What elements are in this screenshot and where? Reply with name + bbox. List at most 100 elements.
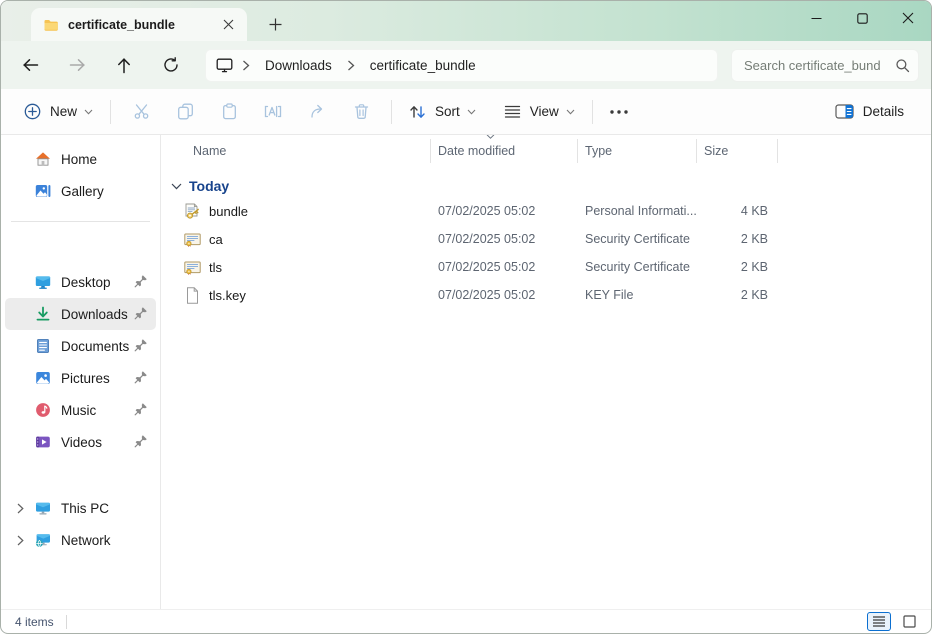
view-toggles <box>867 612 921 631</box>
view-button-label: View <box>530 104 559 119</box>
large-icons-view-toggle[interactable] <box>897 612 921 631</box>
file-date-cell: 07/02/2025 05:02 <box>431 204 578 218</box>
file-row-ca[interactable]: ca 07/02/2025 05:02 Security Certificate… <box>171 225 931 253</box>
sidebar-divider <box>11 221 150 222</box>
window-body: Home Gallery Desktop <box>1 135 931 609</box>
sidebar-item-label: Videos <box>61 435 102 450</box>
sidebar-item-downloads[interactable]: Downloads <box>5 298 156 330</box>
file-name: bundle <box>209 204 248 219</box>
breadcrumb[interactable]: Downloads certificate_bundle <box>205 49 718 82</box>
paste-button[interactable] <box>207 95 251 129</box>
delete-button[interactable] <box>339 95 383 129</box>
sort-button-label: Sort <box>435 104 460 119</box>
music-icon <box>35 402 51 418</box>
file-row-bundle[interactable]: bundle 07/02/2025 05:02 Personal Informa… <box>171 197 931 225</box>
file-size-cell: 4 KB <box>697 204 778 218</box>
search-input[interactable] <box>744 58 895 73</box>
group-header-today[interactable]: Today <box>171 175 931 197</box>
new-plus-icon <box>24 103 41 120</box>
cut-button[interactable] <box>119 95 163 129</box>
desktop-location-icon <box>216 57 233 73</box>
items-count: 4 items <box>15 615 54 629</box>
pin-icon <box>134 274 148 288</box>
tab-title: certificate_bundle <box>68 18 217 32</box>
new-button[interactable]: New <box>15 95 102 129</box>
sidebar-gap <box>1 236 160 266</box>
gallery-icon <box>35 183 51 199</box>
desktop-icon <box>35 274 51 290</box>
breadcrumb-certificate-bundle[interactable]: certificate_bundle <box>364 56 482 75</box>
column-header-label: Date modified <box>438 144 515 158</box>
tab-close-icon[interactable] <box>217 14 239 36</box>
security-certificate-icon <box>184 259 201 276</box>
pin-icon <box>134 402 148 416</box>
column-header-label: Size <box>704 144 728 158</box>
search-box[interactable] <box>731 49 919 82</box>
downloads-icon <box>35 306 51 322</box>
navigation-bar: Downloads certificate_bundle <box>1 41 931 89</box>
chevron-right-icon[interactable] <box>13 535 27 546</box>
sidebar-item-label: Documents <box>61 339 129 354</box>
copy-button[interactable] <box>163 95 207 129</box>
sort-icon <box>409 104 426 120</box>
sidebar-item-desktop[interactable]: Desktop <box>5 266 156 298</box>
file-type-cell: Personal Informati... <box>578 204 697 218</box>
sidebar-item-label: Desktop <box>61 275 111 290</box>
sidebar-item-music[interactable]: Music <box>5 394 156 426</box>
this-pc-icon <box>35 500 51 516</box>
sidebar-item-pictures[interactable]: Pictures <box>5 362 156 394</box>
sidebar-item-home[interactable]: Home <box>5 143 156 175</box>
up-button[interactable] <box>105 48 143 82</box>
documents-icon <box>35 338 51 354</box>
details-pane-label: Details <box>863 104 904 119</box>
sidebar-item-documents[interactable]: Documents <box>5 330 156 362</box>
sidebar-item-videos[interactable]: Videos <box>5 426 156 458</box>
file-row-tls-key[interactable]: tls.key 07/02/2025 05:02 KEY File 2 KB <box>171 281 931 309</box>
column-header-size[interactable]: Size <box>697 139 778 163</box>
rename-button[interactable] <box>251 95 295 129</box>
file-date-cell: 07/02/2025 05:02 <box>431 232 578 246</box>
status-bar: 4 items <box>1 609 931 633</box>
explorer-tab[interactable]: certificate_bundle <box>31 8 247 41</box>
security-certificate-icon <box>184 231 201 248</box>
sort-button[interactable]: Sort <box>400 95 485 129</box>
pfx-certificate-icon <box>184 203 201 220</box>
search-icon[interactable] <box>895 58 910 73</box>
sidebar-gap <box>1 458 160 492</box>
folder-icon <box>43 17 59 33</box>
view-button[interactable]: View <box>495 95 584 129</box>
toolbar-divider <box>110 100 111 124</box>
chevron-down-icon <box>566 109 575 115</box>
close-window-button[interactable] <box>885 1 931 35</box>
command-toolbar: New Sort <box>1 89 931 135</box>
breadcrumb-downloads[interactable]: Downloads <box>259 56 338 75</box>
refresh-button[interactable] <box>152 48 190 82</box>
file-row-tls[interactable]: tls 07/02/2025 05:02 Security Certificat… <box>171 253 931 281</box>
new-button-label: New <box>50 104 77 119</box>
chevron-down-icon[interactable] <box>171 183 182 190</box>
file-list-pane: Name Date modified Type Size <box>161 135 931 609</box>
share-button[interactable] <box>295 95 339 129</box>
sidebar-item-label: Music <box>61 403 96 418</box>
new-tab-button[interactable] <box>261 10 289 38</box>
column-header-date-modified[interactable]: Date modified <box>431 139 578 163</box>
sidebar-item-gallery[interactable]: Gallery <box>5 175 156 207</box>
details-pane-button[interactable]: Details <box>826 95 913 129</box>
sidebar-item-network[interactable]: Network <box>5 524 156 556</box>
minimize-button[interactable] <box>793 1 839 35</box>
file-name: tls.key <box>209 288 246 303</box>
chevron-right-icon[interactable] <box>13 503 27 514</box>
sidebar-item-this-pc[interactable]: This PC <box>5 492 156 524</box>
column-header-name[interactable]: Name <box>171 139 431 163</box>
forward-button[interactable] <box>58 48 96 82</box>
home-icon <box>35 151 51 167</box>
sidebar-item-label: Gallery <box>61 184 104 199</box>
details-view-toggle[interactable] <box>867 612 891 631</box>
more-options-button[interactable] <box>601 95 637 129</box>
sidebar-item-label: Network <box>61 533 111 548</box>
sidebar: Home Gallery Desktop <box>1 135 161 609</box>
back-button[interactable] <box>11 48 49 82</box>
maximize-button[interactable] <box>839 1 885 35</box>
window-controls <box>793 1 931 35</box>
column-header-type[interactable]: Type <box>578 139 697 163</box>
